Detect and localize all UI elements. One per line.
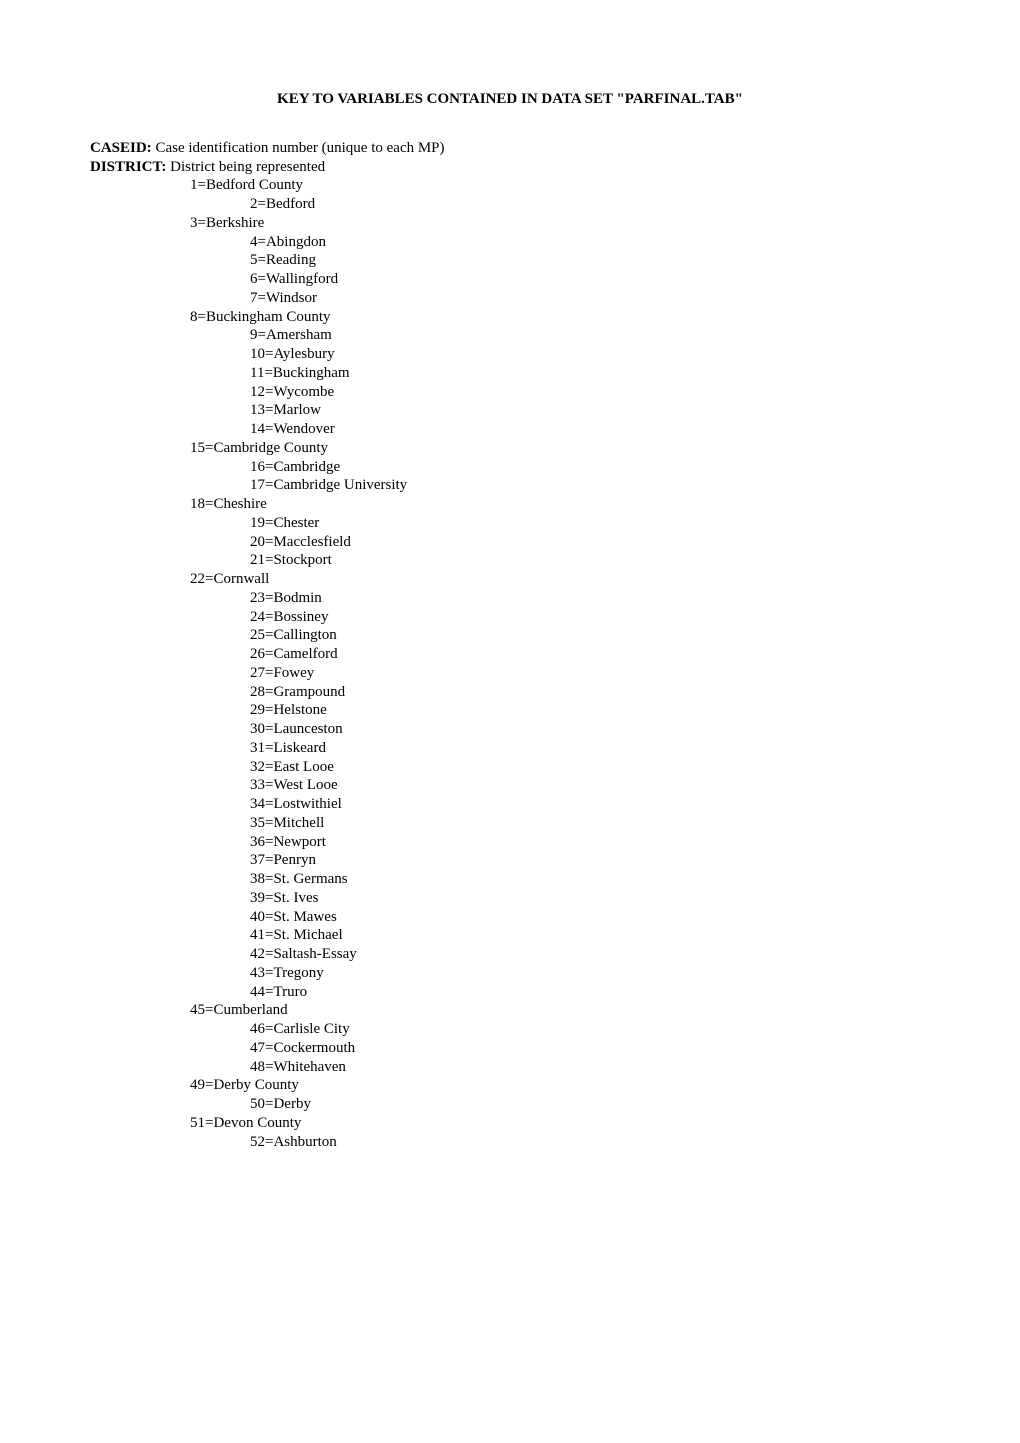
district-item: 52=Ashburton — [90, 1133, 930, 1152]
district-item: 25=Callington — [90, 626, 930, 645]
district-item: 40=St. Mawes — [90, 908, 930, 927]
district-item: 7=Windsor — [90, 289, 930, 308]
district-item: 45=Cumberland — [90, 1001, 930, 1020]
district-item: 23=Bodmin — [90, 589, 930, 608]
district-item: 33=West Looe — [90, 776, 930, 795]
district-item: 6=Wallingford — [90, 270, 930, 289]
district-item: 1=Bedford County — [90, 176, 930, 195]
district-item: 34=Lostwithiel — [90, 795, 930, 814]
district-label: DISTRICT: — [90, 159, 166, 175]
district-item: 3=Berkshire — [90, 214, 930, 233]
district-item: 19=Chester — [90, 514, 930, 533]
district-item: 18=Cheshire — [90, 495, 930, 514]
district-item: 26=Camelford — [90, 645, 930, 664]
district-item: 12=Wycombe — [90, 383, 930, 402]
district-item: 13=Marlow — [90, 401, 930, 420]
district-item: 46=Carlisle City — [90, 1020, 930, 1039]
district-item: 21=Stockport — [90, 551, 930, 570]
district-list: 1=Bedford County2=Bedford3=Berkshire4=Ab… — [90, 176, 930, 1151]
district-item: 2=Bedford — [90, 195, 930, 214]
district-item: 10=Aylesbury — [90, 345, 930, 364]
page-title: KEY TO VARIABLES CONTAINED IN DATA SET "… — [90, 90, 930, 109]
district-item: 30=Launceston — [90, 720, 930, 739]
district-item: 17=Cambridge University — [90, 476, 930, 495]
district-item: 8=Buckingham County — [90, 308, 930, 327]
variable-caseid: CASEID: Case identification number (uniq… — [90, 139, 930, 158]
district-item: 37=Penryn — [90, 851, 930, 870]
district-item: 5=Reading — [90, 251, 930, 270]
district-item: 22=Cornwall — [90, 570, 930, 589]
district-item: 48=Whitehaven — [90, 1058, 930, 1077]
district-item: 47=Cockermouth — [90, 1039, 930, 1058]
district-item: 31=Liskeard — [90, 739, 930, 758]
district-item: 24=Bossiney — [90, 608, 930, 627]
district-item: 39=St. Ives — [90, 889, 930, 908]
district-item: 28=Grampound — [90, 683, 930, 702]
district-item: 50=Derby — [90, 1095, 930, 1114]
district-item: 29=Helstone — [90, 701, 930, 720]
district-item: 32=East Looe — [90, 758, 930, 777]
district-desc: District being represented — [166, 159, 325, 175]
district-item: 43=Tregony — [90, 964, 930, 983]
district-item: 38=St. Germans — [90, 870, 930, 889]
district-item: 44=Truro — [90, 983, 930, 1002]
district-item: 41=St. Michael — [90, 926, 930, 945]
district-item: 27=Fowey — [90, 664, 930, 683]
district-item: 9=Amersham — [90, 326, 930, 345]
district-item: 36=Newport — [90, 833, 930, 852]
district-item: 15=Cambridge County — [90, 439, 930, 458]
caseid-label: CASEID: — [90, 140, 152, 156]
variable-district: DISTRICT: District being represented — [90, 158, 930, 177]
district-item: 16=Cambridge — [90, 458, 930, 477]
district-item: 14=Wendover — [90, 420, 930, 439]
district-item: 4=Abingdon — [90, 233, 930, 252]
caseid-desc: Case identification number (unique to ea… — [152, 140, 445, 156]
district-item: 51=Devon County — [90, 1114, 930, 1133]
district-item: 49=Derby County — [90, 1076, 930, 1095]
district-item: 42=Saltash-Essay — [90, 945, 930, 964]
district-item: 35=Mitchell — [90, 814, 930, 833]
district-item: 11=Buckingham — [90, 364, 930, 383]
district-item: 20=Macclesfield — [90, 533, 930, 552]
